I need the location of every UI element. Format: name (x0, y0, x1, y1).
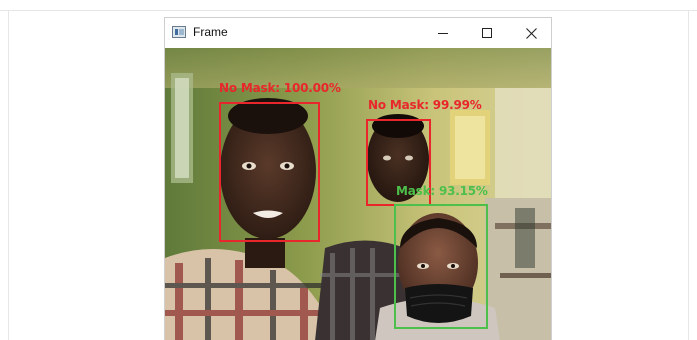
minimize-icon (438, 33, 448, 34)
frame-window[interactable]: Frame No Mask: 100.00% No Mask: 99.99% M… (164, 17, 552, 340)
camera-frame-image: No Mask: 100.00% No Mask: 99.99% Mask: 9… (165, 48, 551, 340)
page-right-divider (688, 10, 689, 340)
document-page: Frame No Mask: 100.00% No Mask: 99.99% M… (0, 0, 697, 340)
window-title: Frame (193, 25, 228, 39)
detection-box-mask (394, 204, 488, 329)
app-window-icon (172, 26, 186, 38)
maximize-icon (482, 28, 492, 38)
detection-label-mask: Mask: 93.15% (396, 184, 488, 198)
close-icon (525, 27, 537, 39)
page-left-divider (8, 10, 9, 340)
maximize-button[interactable] (465, 18, 509, 48)
window-titlebar[interactable]: Frame (165, 18, 551, 48)
detection-box-no-mask-1 (219, 102, 320, 242)
detection-label-no-mask-2: No Mask: 99.99% (368, 98, 482, 112)
detection-label-no-mask-1: No Mask: 100.00% (219, 81, 341, 95)
page-top-divider (0, 10, 697, 11)
minimize-button[interactable] (421, 18, 465, 48)
close-button[interactable] (509, 18, 551, 48)
